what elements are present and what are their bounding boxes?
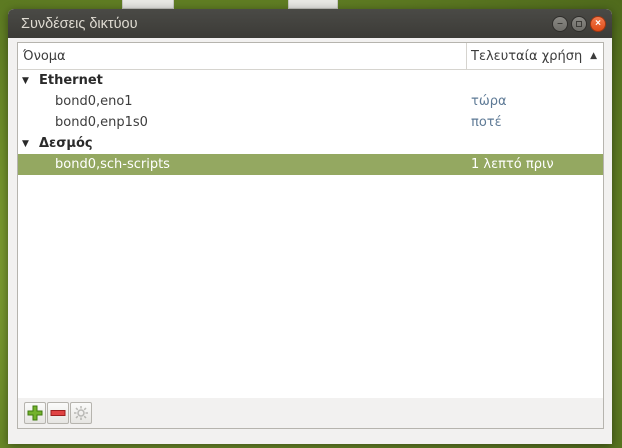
maximize-icon: [576, 20, 582, 27]
group-row-bond[interactable]: ▼ Δεσμός: [18, 133, 603, 154]
connection-name: bond0,enp1s0: [55, 115, 148, 130]
edit-connection-button[interactable]: [70, 402, 92, 424]
connection-last-used: 1 λεπτό πριν: [471, 157, 554, 172]
titlebar[interactable]: Συνδέσεις δικτύου – ×: [8, 9, 612, 38]
minimize-icon: –: [557, 17, 563, 29]
connection-row-selected[interactable]: bond0,sch-scripts 1 λεπτό πριν: [18, 154, 603, 175]
connection-name: bond0,sch-scripts: [55, 157, 170, 172]
connection-last-used: ποτέ: [471, 115, 502, 130]
network-connections-window: Συνδέσεις δικτύου – × Όνομα Τελευταία χρ…: [8, 9, 612, 444]
remove-connection-button[interactable]: [47, 402, 69, 424]
sort-ascending-icon: ▲: [590, 51, 597, 61]
column-header-last-used[interactable]: Τελευταία χρήση ▲: [467, 43, 603, 69]
add-connection-button[interactable]: [24, 402, 46, 424]
maximize-button[interactable]: [571, 15, 587, 32]
connection-last-used: τώρα: [471, 94, 507, 109]
group-label: Δεσμός: [39, 136, 93, 151]
group-label: Ethernet: [39, 73, 103, 88]
connection-name: bond0,eno1: [55, 94, 133, 109]
minimize-button[interactable]: –: [552, 15, 568, 32]
gear-icon: [74, 406, 88, 420]
list-toolbar: [17, 398, 604, 429]
connection-row[interactable]: bond0,enp1s0 ποτέ: [18, 112, 603, 133]
window-title: Συνδέσεις δικτύου: [21, 15, 138, 32]
minus-icon: [50, 410, 66, 416]
connections-list[interactable]: Όνομα Τελευταία χρήση ▲ ▼ Ethernet bond0…: [17, 42, 604, 399]
list-header: Όνομα Τελευταία χρήση ▲: [18, 43, 603, 70]
close-icon: ×: [595, 17, 601, 29]
column-header-name[interactable]: Όνομα: [18, 43, 467, 69]
desktop-widget: [122, 0, 174, 9]
close-button[interactable]: ×: [590, 15, 606, 32]
connection-row[interactable]: bond0,eno1 τώρα: [18, 91, 603, 112]
column-header-label: Όνομα: [23, 48, 66, 64]
column-header-label: Τελευταία χρήση: [471, 48, 583, 64]
window-controls: – ×: [552, 15, 612, 32]
expander-down-icon[interactable]: ▼: [22, 76, 35, 86]
expander-down-icon[interactable]: ▼: [22, 139, 35, 149]
plus-icon: [27, 405, 43, 421]
desktop-widget: [288, 0, 338, 9]
group-row-ethernet[interactable]: ▼ Ethernet: [18, 70, 603, 91]
